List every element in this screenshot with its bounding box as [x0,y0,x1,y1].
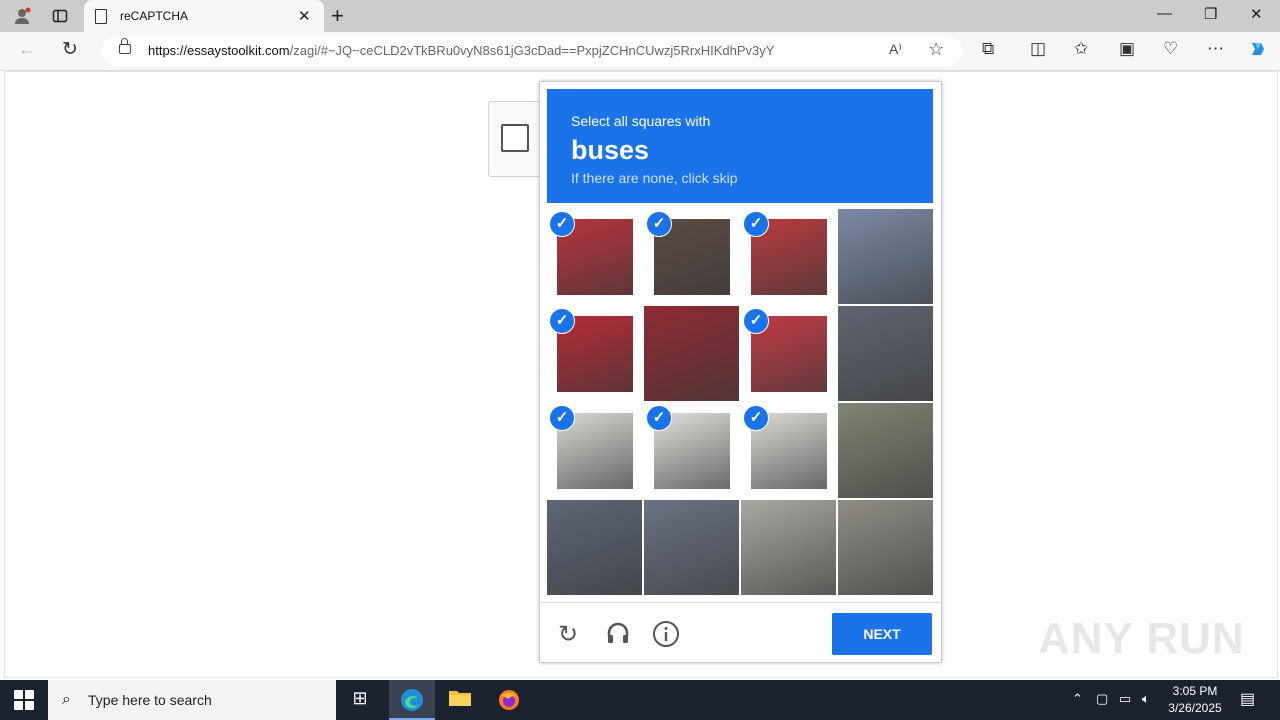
browser-tab[interactable]: reCAPTCHA ✕ [84,0,324,32]
tile-image [838,500,933,595]
challenge-header: Select all squares with buses If there a… [547,89,933,203]
tile-image [838,306,933,401]
browser-essentials-icon[interactable]: ♡ [1163,39,1178,59]
tile-image [644,306,739,401]
captcha-tile-2[interactable]: ✓ [644,209,739,304]
meet-now-icon[interactable]: ▢ [1096,691,1108,707]
title-bar: reCAPTCHA ✕ + — ❐ ✕ [0,0,1280,32]
clock-date: 3/26/2025 [1168,701,1222,715]
extensions-icon[interactable]: ⧉ [982,39,994,59]
clock-time: 3:05 PM [1172,684,1218,698]
taskbar: ⌕ Type here to search ⊞ ⌃ ▢ ▭ 🔈︎ 3:05 PM… [0,680,1280,720]
captcha-tile-9[interactable]: ✓ [547,403,642,498]
tile-image [838,209,933,304]
browser-toolbar: ← ↻ https://essaystoolkit.com/zagi/#~JQ~… [0,32,1280,71]
next-button[interactable]: NEXT [832,613,932,655]
profile-icon[interactable] [12,6,32,26]
more-menu-icon[interactable]: ⋯ [1207,39,1224,59]
target-object: buses [571,135,650,165]
captcha-tile-16[interactable] [838,500,933,595]
captcha-tile-7[interactable]: ✓ [741,306,836,401]
notifications-icon[interactable]: ▤ [1240,689,1255,709]
edge-icon [401,689,423,711]
captcha-tile-8[interactable] [838,306,933,401]
captcha-tile-12[interactable] [838,403,933,498]
info-icon[interactable] [652,620,680,655]
close-tab-icon[interactable]: ✕ [298,7,311,25]
close-window-icon[interactable]: ✕ [1250,5,1263,23]
selected-check-icon: ✓ [743,405,769,431]
captcha-tile-14[interactable] [644,500,739,595]
copilot-icon[interactable] [1248,39,1268,64]
favorites-icon[interactable]: ✩ [1074,39,1088,59]
tab-actions-icon[interactable] [50,6,70,26]
challenge-footer: ↻ NEXT [540,602,941,663]
network-icon[interactable]: ▭ [1119,691,1131,707]
selected-check-icon: ✓ [646,211,672,237]
tile-image [644,500,739,595]
search-icon: ⌕ [62,691,71,708]
collections-icon[interactable]: ▣ [1119,39,1135,59]
captcha-tile-15[interactable] [741,500,836,595]
captcha-tile-13[interactable] [547,500,642,595]
selected-check-icon: ✓ [549,211,575,237]
recaptcha-checkbox[interactable] [501,124,529,152]
task-view-icon[interactable]: ⊞ [347,688,373,712]
edge-taskbar-button[interactable] [389,680,435,720]
restore-icon[interactable]: ❐ [1204,5,1217,23]
file-explorer-icon[interactable] [447,688,473,712]
back-arrow-icon[interactable]: ← [18,39,36,60]
captcha-tile-5[interactable]: ✓ [547,306,642,401]
system-clock[interactable]: 3:05 PM 3/26/2025 [1162,683,1228,717]
tile-image [547,500,642,595]
audio-challenge-icon[interactable] [605,620,631,653]
selected-check-icon: ✓ [549,405,575,431]
volume-icon[interactable]: 🔈︎ [1142,691,1150,707]
windows-start-icon[interactable] [14,690,34,710]
image-grid: ✓ ✓ ✓ ✓ ✓ ✓ ✓ ✓ [547,209,935,597]
selected-check-icon: ✓ [743,308,769,334]
hint-text: If there are none, click skip [571,170,738,186]
captcha-challenge: Select all squares with buses If there a… [539,81,942,663]
new-tab-icon[interactable]: + [331,3,344,29]
anyrun-watermark: ANY RUN [1038,614,1245,663]
selected-check-icon: ✓ [743,211,769,237]
page-icon [95,9,107,24]
show-hidden-icons-icon[interactable]: ⌃ [1072,691,1083,707]
captcha-tile-4[interactable] [838,209,933,304]
reload-challenge-icon[interactable]: ↻ [558,620,578,649]
url-text[interactable]: https://essaystoolkit.com/zagi/#~JQ~ceCL… [148,43,774,58]
tile-image [741,500,836,595]
minimize-icon[interactable]: — [1157,5,1172,22]
captcha-tile-10[interactable]: ✓ [644,403,739,498]
reload-icon[interactable]: ↻ [62,38,78,61]
captcha-tile-11[interactable]: ✓ [741,403,836,498]
captcha-tile-3[interactable]: ✓ [741,209,836,304]
captcha-tile-6[interactable] [644,306,739,401]
taskbar-search[interactable]: ⌕ Type here to search [48,680,336,720]
split-screen-icon[interactable]: ◫ [1030,39,1046,59]
captcha-tile-1[interactable]: ✓ [547,209,642,304]
tab-title: reCAPTCHA [120,9,189,23]
instruction-text: Select all squares with [571,113,711,129]
tile-image [838,403,933,498]
firefox-icon[interactable] [496,688,522,712]
selected-check-icon: ✓ [646,405,672,431]
favorite-star-icon[interactable]: ☆ [928,39,944,60]
lock-icon[interactable] [119,38,131,54]
search-placeholder: Type here to search [88,692,212,708]
read-aloud-icon[interactable]: A⁾ [889,41,902,58]
address-bar[interactable]: https://essaystoolkit.com/zagi/#~JQ~ceCL… [102,36,962,66]
selected-check-icon: ✓ [549,308,575,334]
